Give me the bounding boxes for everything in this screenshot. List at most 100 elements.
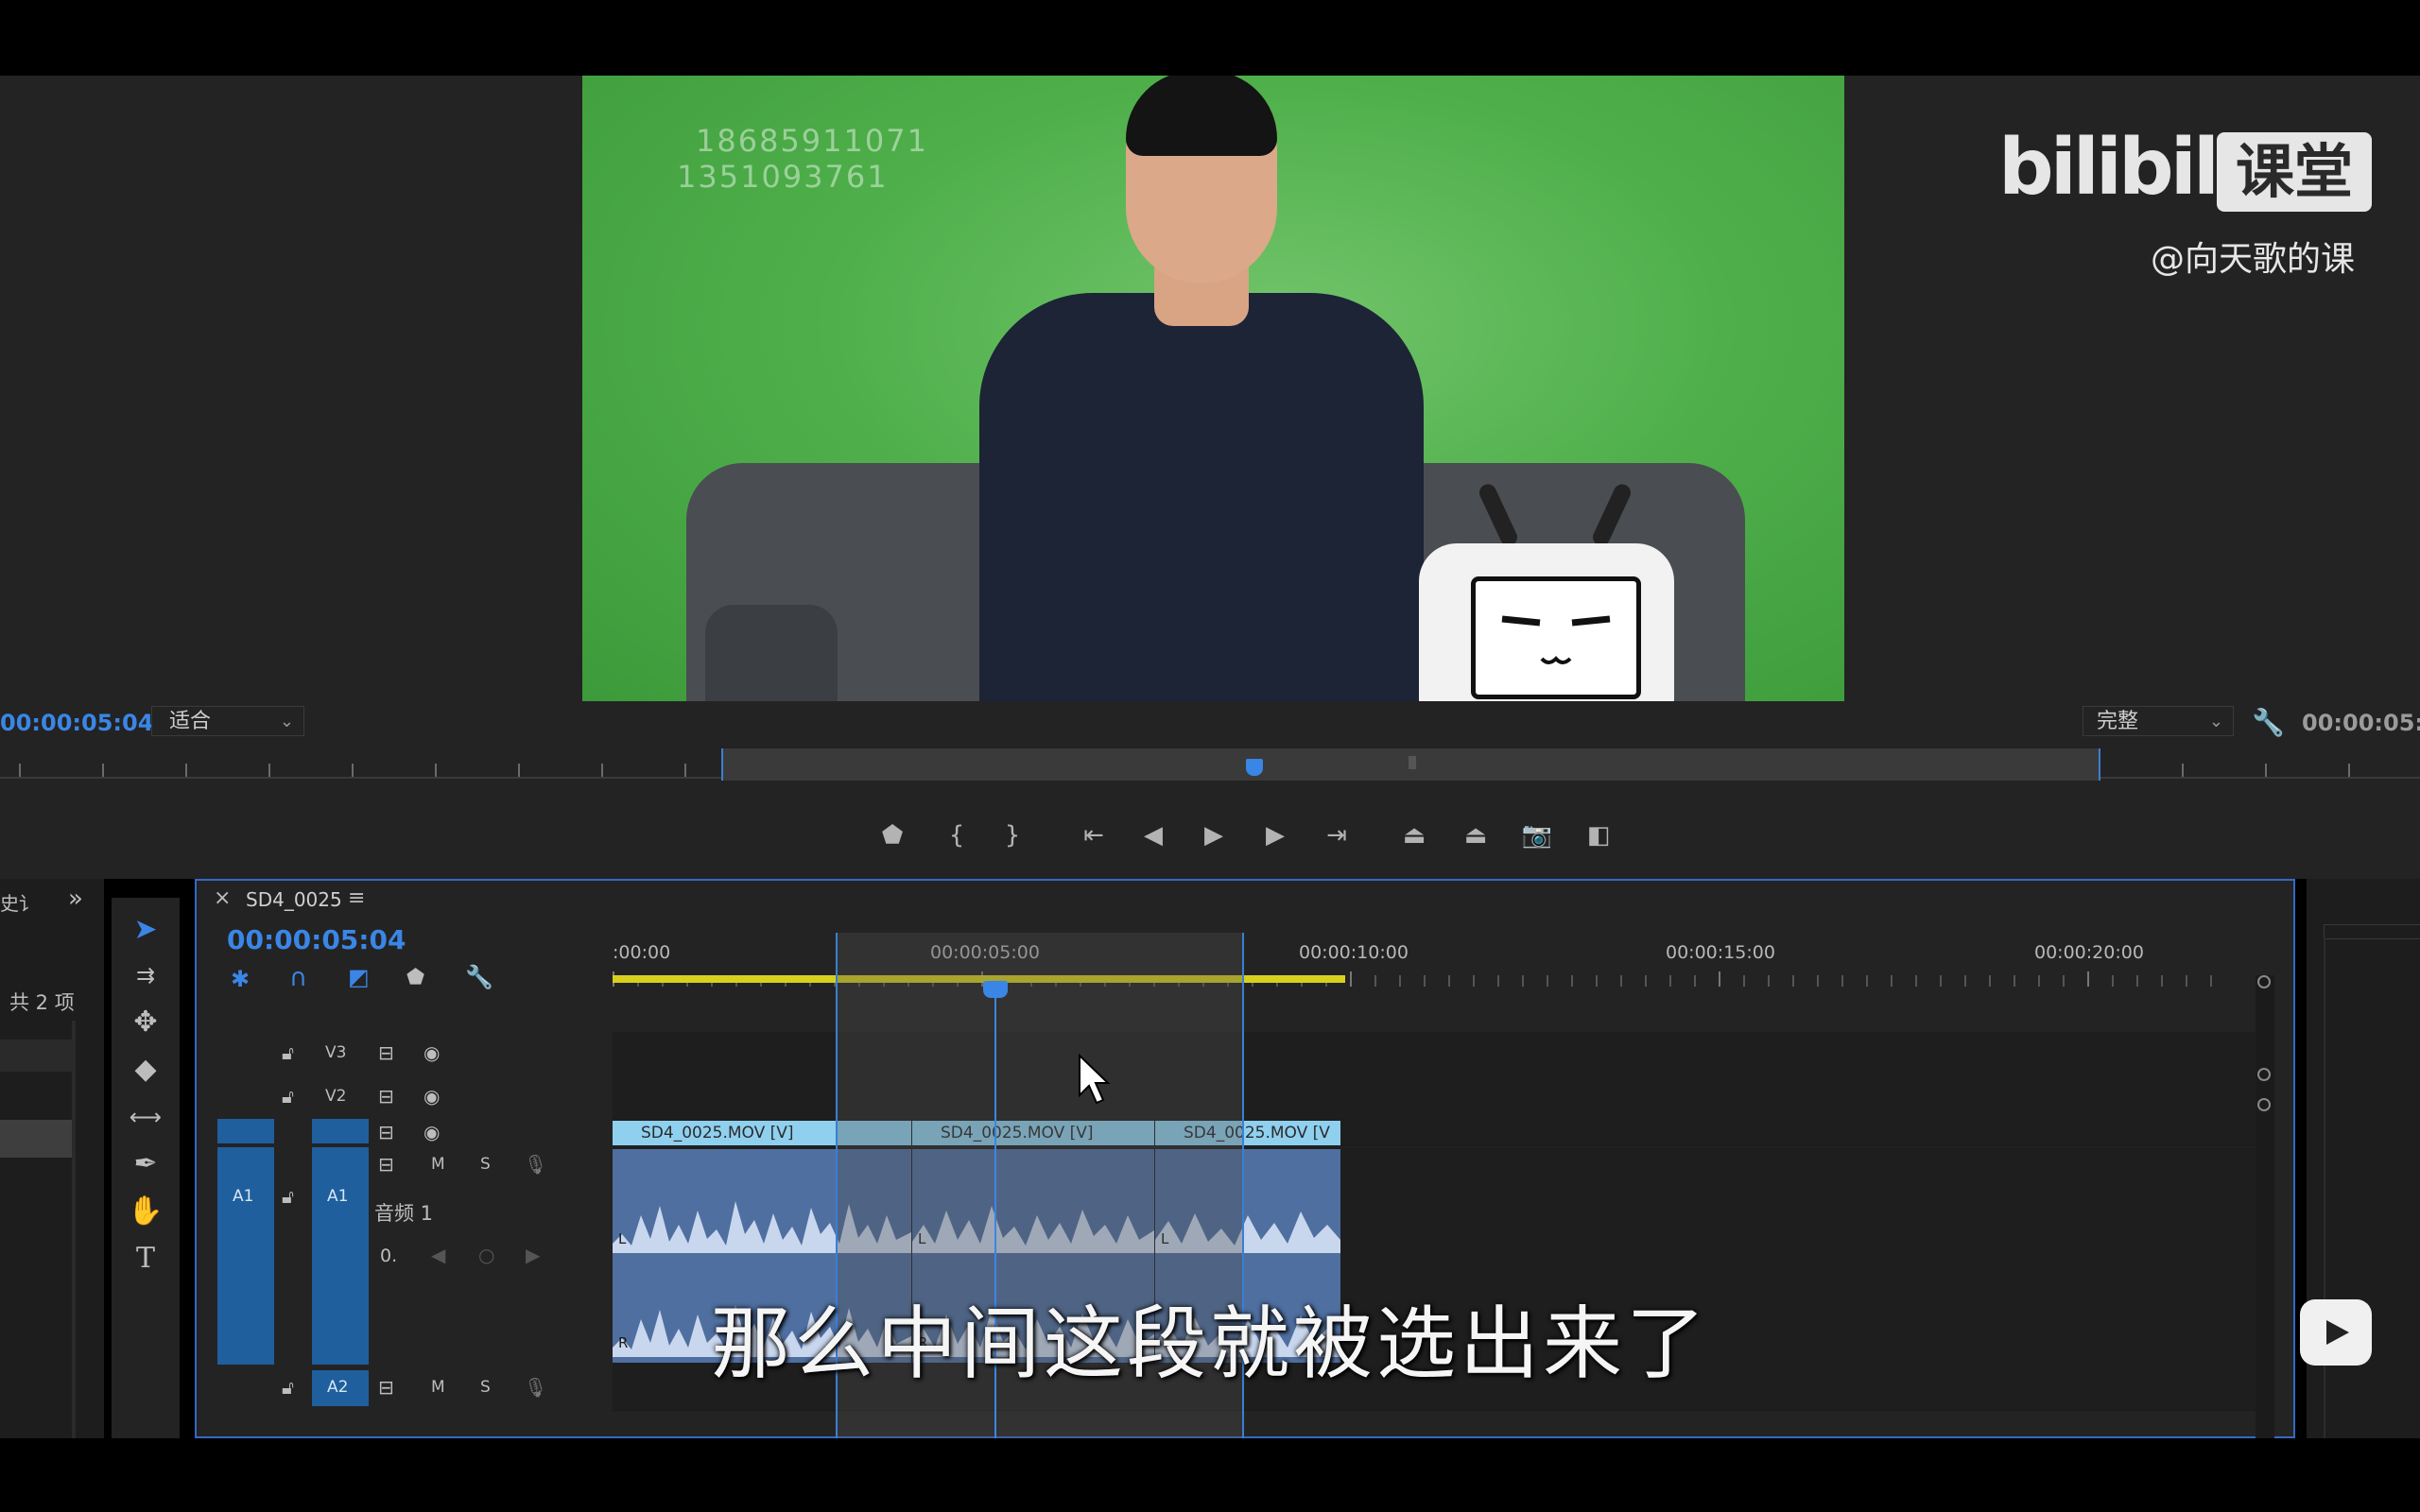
track-name-a1[interactable]: 音频 1: [374, 1198, 433, 1227]
ruler-tick: [1940, 975, 1942, 987]
scroll-handle[interactable]: [2257, 1068, 2271, 1081]
list-item-selected[interactable]: [0, 1120, 72, 1158]
ruler-tick: [1596, 975, 1598, 987]
lock-icon[interactable]: 🔓︎: [282, 1041, 294, 1064]
step-back-icon[interactable]: ◀: [1131, 813, 1176, 858]
scroll-handle[interactable]: [2257, 975, 2271, 988]
type-icon[interactable]: T: [112, 1238, 180, 1280]
ruler-tick: [2210, 975, 2212, 987]
mini-ruler-tick: [185, 764, 187, 777]
slip-icon[interactable]: ⟷: [112, 1096, 180, 1138]
mark-out-icon[interactable]: }: [990, 813, 1035, 858]
ruler-tick: [2186, 975, 2187, 987]
track-header-v3: 🔓︎ V3 ⊟ ◉: [197, 1032, 613, 1074]
sequence-name[interactable]: SD4_0025: [246, 888, 342, 911]
compare-view-icon[interactable]: ◧: [1576, 813, 1621, 858]
ruler-tick: [1522, 975, 1524, 987]
mark-in-icon[interactable]: {: [934, 813, 979, 858]
ruler-tick: [1374, 975, 1376, 987]
hand-icon[interactable]: ✋: [112, 1191, 180, 1232]
ripple-edit-icon[interactable]: ✥: [112, 1002, 180, 1043]
top-letterbox: [0, 0, 2420, 76]
ruler-label: :00:00: [613, 942, 671, 963]
playback-resolution-select[interactable]: 完整 ⌄: [2083, 706, 2234, 736]
razor-icon[interactable]: ◆: [112, 1049, 180, 1091]
add-keyframe-icon[interactable]: ○: [478, 1244, 494, 1266]
list-item[interactable]: [0, 1040, 72, 1072]
source-patch-v1[interactable]: [217, 1119, 274, 1143]
ruler-tick: [2063, 975, 2065, 987]
panel-tab-label[interactable]: 史讠: [0, 888, 38, 916]
sync-lock-icon[interactable]: ⊟: [378, 1121, 394, 1143]
snap-magnet-icon[interactable]: ∩: [289, 964, 307, 992]
mini-ruler-tick: [2265, 764, 2267, 777]
selection-tool-icon[interactable]: ➤: [112, 909, 180, 951]
timeline-settings-wrench-icon[interactable]: 🔧: [465, 964, 493, 990]
nest-sequence-icon[interactable]: ✱: [231, 966, 250, 992]
microphone-icon[interactable]: 🎙︎: [524, 1153, 547, 1176]
track-header-v1: ⊟ ◉: [197, 1119, 613, 1143]
sync-lock-icon[interactable]: ⊟: [378, 1153, 394, 1176]
eye-icon[interactable]: ◉: [424, 1041, 440, 1064]
mouse-cursor-icon: [1078, 1053, 1112, 1110]
ruler-tick: [1669, 975, 1671, 987]
eye-icon[interactable]: ◉: [424, 1085, 440, 1108]
lock-icon[interactable]: 🔓︎: [282, 1085, 294, 1108]
clip-label: SD4_0025.MOV [V]: [641, 1124, 794, 1143]
camera-icon[interactable]: 📷: [1514, 813, 1560, 858]
add-marker-icon[interactable]: ⬟: [870, 813, 915, 858]
timeline-header: 00:00:05:04 ✱ ∩ ◩ ⬟ 🔧: [197, 919, 613, 1032]
prev-keyframe-icon[interactable]: ◀: [431, 1244, 445, 1266]
add-marker-icon[interactable]: ⬟: [406, 966, 424, 989]
sync-lock-icon[interactable]: ⊟: [378, 1041, 394, 1064]
eye-icon[interactable]: ◉: [424, 1121, 440, 1143]
ruler-tick: [2038, 975, 2040, 987]
bilibili-classroom-logo: bilibili 课堂 @向天歌的课: [1995, 123, 2382, 284]
zoom-level-select[interactable]: 适合 ⌄: [151, 706, 304, 736]
step-forward-icon[interactable]: ▶: [1253, 813, 1298, 858]
program-current-timecode[interactable]: 00:00:05:04: [0, 710, 153, 736]
mini-ruler-tick: [518, 764, 520, 777]
mini-ruler-tick: [435, 764, 437, 777]
subtitle-caption: 那么中间这段就被选出来了: [710, 1297, 1709, 1390]
panel-overflow-icon[interactable]: »: [68, 885, 83, 913]
playhead[interactable]: [983, 981, 1008, 998]
mini-playhead[interactable]: [1246, 759, 1263, 776]
ruler-tick: [1694, 975, 1696, 987]
tab-menu-icon[interactable]: ≡: [348, 886, 365, 910]
mini-ruler-tick: [2348, 764, 2350, 777]
lock-icon[interactable]: 🔓︎: [282, 1185, 294, 1208]
wrench-icon[interactable]: 🔧: [2252, 707, 2285, 738]
sync-lock-icon[interactable]: ⊟: [378, 1085, 394, 1108]
mute-button[interactable]: M: [431, 1155, 445, 1174]
ruler-tick: [2161, 975, 2163, 987]
extract-icon[interactable]: ⏏: [1453, 813, 1498, 858]
close-tab-icon[interactable]: ×: [214, 886, 231, 910]
next-keyframe-icon[interactable]: ▶: [526, 1244, 540, 1266]
track-label-v2[interactable]: V2: [325, 1087, 346, 1106]
item-count: 共 2 项: [9, 991, 75, 1014]
ruler-tick: [1743, 975, 1745, 987]
solo-button[interactable]: S: [480, 1155, 491, 1174]
go-to-out-icon[interactable]: ⇥: [1314, 813, 1359, 858]
play-icon[interactable]: ▶: [1191, 813, 1236, 858]
panel-tab-strip[interactable]: [2324, 924, 2420, 939]
program-duration-timecode: 00:00:05:1: [2302, 710, 2420, 736]
chevron-down-icon: ⌄: [2208, 712, 2223, 731]
track-select-icon[interactable]: ⇉: [112, 954, 180, 996]
scroll-handle[interactable]: [2257, 1098, 2271, 1111]
ruler-tick: [1645, 975, 1647, 987]
ruler-tick: [1473, 975, 1475, 987]
timeline-timecode[interactable]: 00:00:05:04: [227, 924, 406, 955]
ruler-tick: [1448, 975, 1450, 987]
ruler-tick: [1547, 975, 1548, 987]
track-volume-value[interactable]: 0.: [380, 1246, 397, 1266]
pen-icon[interactable]: ✒: [112, 1143, 180, 1185]
track-header-v2: 🔓︎ V2 ⊟ ◉: [197, 1075, 613, 1117]
go-to-in-icon[interactable]: ⇤: [1071, 813, 1116, 858]
linked-selection-icon[interactable]: ◩: [348, 964, 370, 990]
track-target-v1[interactable]: [312, 1119, 369, 1143]
lift-icon[interactable]: ⏏: [1392, 813, 1437, 858]
classroom-badge: 课堂: [2217, 132, 2372, 212]
track-label-v3[interactable]: V3: [325, 1043, 346, 1062]
